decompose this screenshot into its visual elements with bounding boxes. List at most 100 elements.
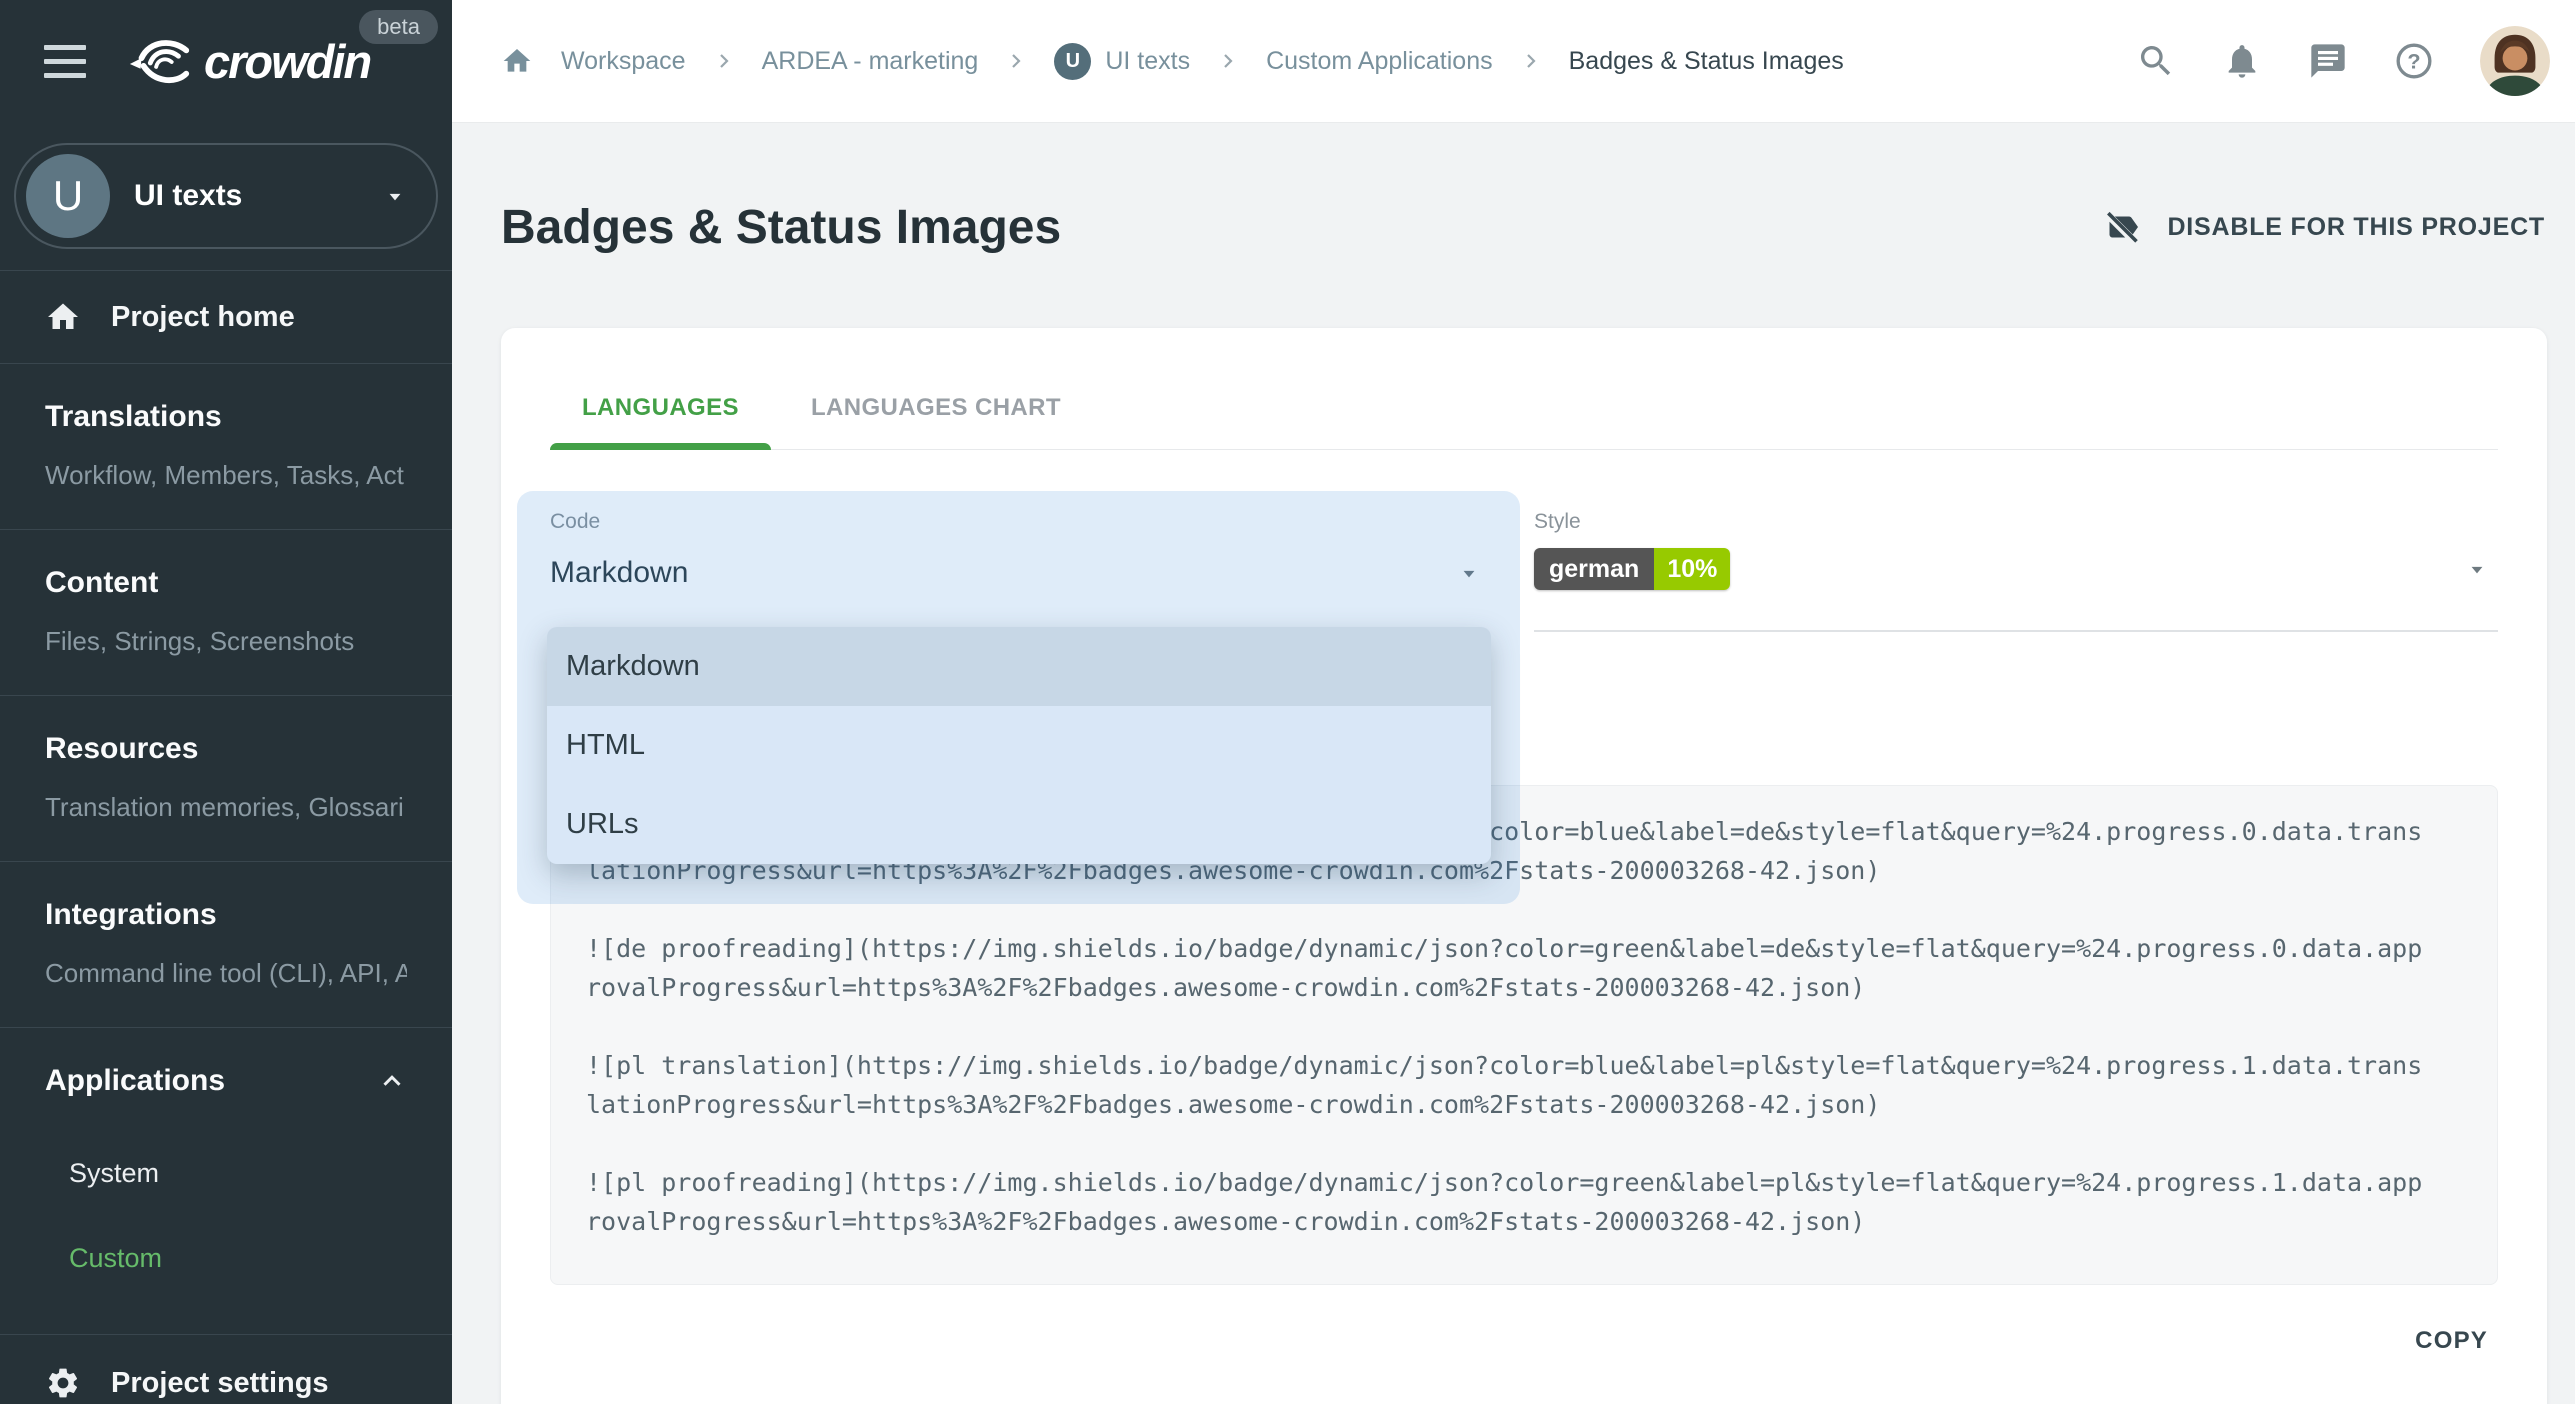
crowdin-bird-icon	[126, 36, 194, 88]
dropdown-option[interactable]: Markdown	[547, 627, 1491, 706]
topbar-icons: ?	[2136, 26, 2550, 96]
help-icon[interactable]: ?	[2394, 41, 2434, 81]
copy-row: COPY	[550, 1319, 2498, 1363]
notifications-bell-icon[interactable]	[2222, 41, 2262, 81]
sidebar-section-title: Resources	[45, 732, 407, 766]
code-select-dropdown: Markdown HTML URLs	[547, 627, 1491, 864]
sidebar-section[interactable]: Content Files, Strings, Screenshots	[0, 530, 452, 696]
crowdin-app: crowdin beta U UI texts Project home Tra…	[0, 0, 2575, 1404]
breadcrumb-item-label[interactable]: Workspace	[561, 47, 686, 76]
copy-button[interactable]: COPY	[2405, 1319, 2498, 1363]
sidebar-section-subtitle: Translation memories, Glossari…	[45, 792, 407, 823]
home-icon	[45, 299, 81, 335]
chevron-right-icon	[1519, 49, 1543, 73]
status-badge-preview: german 10%	[1534, 548, 1730, 590]
sidebar-item-label: Project settings	[111, 1367, 329, 1400]
project-selector[interactable]: U UI texts	[14, 143, 438, 249]
applications-title: Applications	[45, 1064, 225, 1098]
sidebar-item-label: Project home	[111, 301, 295, 334]
breadcrumb-item-label[interactable]: ARDEA - marketing	[762, 47, 979, 76]
sidebar-section[interactable]: Translations Workflow, Members, Tasks, A…	[0, 364, 452, 530]
tab[interactable]: LANGUAGES CHART	[779, 394, 1093, 449]
code-line: rovalProgress&url=https%3A%2F%2Fbadges.a…	[586, 968, 2462, 1007]
page-title: Badges & Status Images	[501, 200, 1061, 255]
breadcrumb-item-label[interactable]: UI texts	[1105, 47, 1190, 76]
user-avatar[interactable]	[2480, 26, 2550, 96]
chevron-right-icon	[712, 49, 736, 73]
sidebar-sections: Translations Workflow, Members, Tasks, A…	[0, 364, 452, 1028]
code-select-label: Code	[550, 510, 1490, 534]
style-select[interactable]: Style german 10%	[1534, 494, 2498, 632]
search-icon[interactable]	[2136, 41, 2176, 81]
tab-label: LANGUAGES	[582, 394, 739, 421]
code-line: ![pl translation](https://img.shields.io…	[586, 1046, 2462, 1085]
dropdown-option[interactable]: HTML	[547, 706, 1491, 785]
badge-code-entry: ![pl translation](https://img.shields.io…	[586, 1046, 2462, 1124]
messages-chat-icon[interactable]	[2308, 41, 2348, 81]
style-select-label: Style	[1534, 510, 2498, 534]
code-line: ![de proofreading](https://img.shields.i…	[586, 929, 2462, 968]
tab[interactable]: LANGUAGES	[550, 394, 771, 449]
code-select[interactable]: Code Markdown Markdown HT	[550, 494, 1490, 632]
disable-button-label: DISABLE FOR THIS PROJECT	[2167, 213, 2545, 242]
applications-items: System Custom	[69, 1158, 407, 1274]
badge-progress-value: 10%	[1654, 548, 1730, 590]
chevron-right-icon	[1216, 49, 1240, 73]
breadcrumb-item: ARDEA - marketing	[686, 47, 979, 76]
breadcrumb-item: Badges & Status Images	[1493, 47, 1844, 76]
tab-label: LANGUAGES CHART	[811, 394, 1061, 421]
caret-down-icon	[2464, 556, 2490, 582]
sidebar-applications: Applications System Custom	[0, 1028, 452, 1334]
crowdin-wordmark: crowdin	[204, 34, 370, 89]
beta-badge: beta	[359, 10, 438, 44]
breadcrumb-item: Custom Applications	[1190, 47, 1493, 76]
chevron-up-icon	[377, 1066, 407, 1096]
breadcrumb-item-label[interactable]: Custom Applications	[1266, 47, 1493, 76]
code-line: ![pl proofreading](https://img.shields.i…	[586, 1163, 2462, 1202]
badge-language-label: german	[1534, 548, 1654, 590]
code-line: rovalProgress&url=https%3A%2F%2Fbadges.a…	[586, 1202, 2462, 1241]
breadcrumb-item: Workspace	[561, 47, 686, 76]
chevron-down-icon	[382, 183, 408, 209]
sidebar-item-project-settings[interactable]: Project settings	[0, 1335, 452, 1404]
breadcrumb-item: U UI texts	[978, 43, 1190, 80]
project-avatar: U	[26, 154, 110, 238]
label-off-icon	[2105, 209, 2141, 245]
applications-subitem[interactable]: System	[69, 1158, 407, 1189]
page-header: Badges & Status Images DISABLE FOR THIS …	[501, 179, 2545, 275]
sidebar-section-subtitle: Files, Strings, Screenshots	[45, 626, 407, 657]
dropdown-option[interactable]: URLs	[547, 785, 1491, 864]
tabs: LANGUAGES LANGUAGES CHART	[550, 328, 2498, 450]
badges-card: LANGUAGES LANGUAGES CHART Code Markdown	[501, 328, 2547, 1404]
badge-code-entry: ![pl proofreading](https://img.shields.i…	[586, 1163, 2462, 1241]
svg-text:?: ?	[2407, 49, 2420, 74]
main-content: Badges & Status Images DISABLE FOR THIS …	[452, 123, 2575, 1404]
badge-form-row: Code Markdown Markdown HT	[550, 494, 2498, 632]
topbar: Workspace ARDEA - marketing U UI texts	[452, 0, 2575, 123]
sidebar-section-subtitle: Workflow, Members, Tasks, Act…	[45, 460, 407, 491]
sidebar-section-subtitle: Command line tool (CLI), API, A…	[45, 958, 407, 989]
breadcrumb-items: Workspace ARDEA - marketing U UI texts	[561, 43, 1844, 80]
badge-code-entry: ![de proofreading](https://img.shields.i…	[586, 929, 2462, 1007]
sidebar-section[interactable]: Resources Translation memories, Glossari…	[0, 696, 452, 862]
breadcrumb-project-avatar: U	[1054, 43, 1091, 80]
sidebar-logo-row: crowdin beta	[0, 0, 452, 123]
sidebar-section[interactable]: Integrations Command line tool (CLI), AP…	[0, 862, 452, 1028]
applications-subitem[interactable]: Custom	[69, 1243, 407, 1274]
breadcrumb-home-icon[interactable]	[501, 45, 533, 77]
applications-header[interactable]: Applications	[45, 1064, 407, 1098]
sidebar-section-title: Content	[45, 566, 407, 600]
code-line: lationProgress&url=https%3A%2F%2Fbadges.…	[586, 1085, 2462, 1124]
hamburger-menu-icon[interactable]	[44, 45, 86, 78]
sidebar-item-project-home[interactable]: Project home	[0, 271, 452, 363]
sidebar-section-title: Translations	[45, 400, 407, 434]
disable-for-project-button[interactable]: DISABLE FOR THIS PROJECT	[2105, 209, 2545, 245]
gear-icon	[45, 1365, 81, 1401]
crowdin-logo: crowdin	[126, 34, 370, 89]
sidebar-section-title: Integrations	[45, 898, 407, 932]
sidebar: crowdin beta U UI texts Project home Tra…	[0, 0, 452, 1404]
breadcrumb-item-label[interactable]: Badges & Status Images	[1569, 47, 1844, 76]
breadcrumb: Workspace ARDEA - marketing U UI texts	[501, 43, 2136, 80]
caret-down-icon	[1456, 560, 1482, 586]
chevron-right-icon	[1004, 49, 1028, 73]
